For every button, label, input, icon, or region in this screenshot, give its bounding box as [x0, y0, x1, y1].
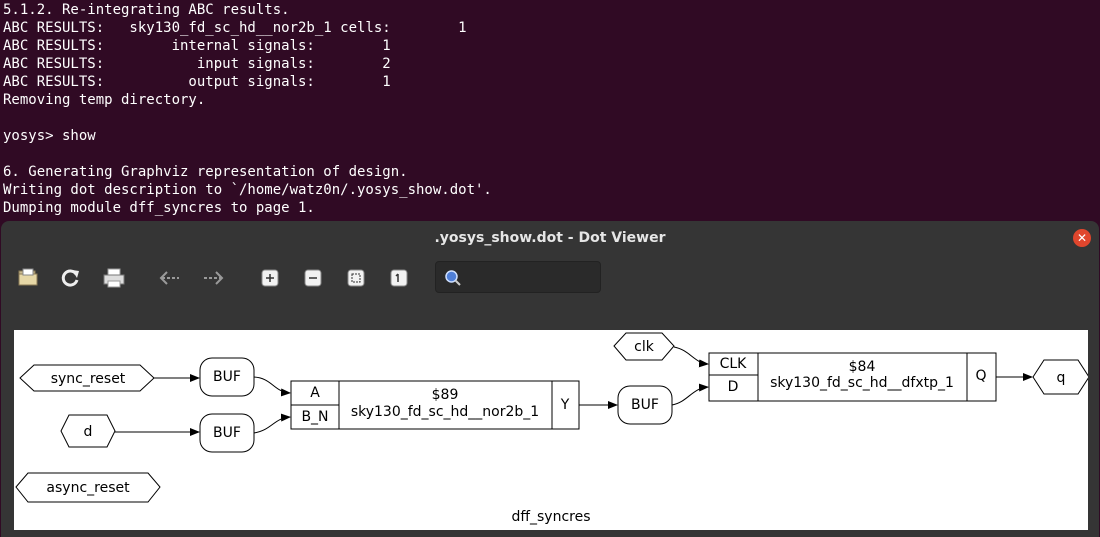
terminal-line: Writing dot description to `/home/watz0n…: [3, 182, 492, 198]
dot-viewer-window: .yosys_show.dot - Dot Viewer ✕ sync_rese…: [1, 221, 1099, 537]
forward-icon[interactable]: [200, 265, 226, 291]
design-graph: sync_reset d async_reset BUF BUF BUF A B…: [15, 332, 1090, 525]
pin-label: D: [728, 379, 739, 395]
edge: [671, 383, 709, 406]
pin-label: Y: [560, 397, 570, 413]
port-label: q: [1057, 370, 1066, 386]
port-label: d: [84, 424, 93, 440]
buffer-node[interactable]: BUF: [199, 357, 255, 397]
port-label: clk: [634, 339, 655, 355]
close-icon[interactable]: ✕: [1073, 229, 1091, 247]
edge: [253, 376, 291, 397]
zoom-fit-icon[interactable]: [343, 265, 369, 291]
edge: [253, 413, 291, 434]
open-file-icon[interactable]: [15, 265, 41, 291]
window-titlebar[interactable]: .yosys_show.dot - Dot Viewer ✕: [1, 221, 1099, 255]
terminal-line: ABC RESULTS: internal signals: 1: [3, 38, 391, 54]
terminal-output[interactable]: 5.1.2. Re-integrating ABC results. ABC R…: [0, 0, 1100, 222]
terminal-line: 6. Generating Graphviz representation of…: [3, 164, 408, 180]
port-d[interactable]: d: [60, 414, 116, 448]
cell-type: sky130_fd_sc_hd__dfxtp_1: [770, 375, 954, 391]
pin-label: B_N: [301, 409, 328, 425]
port-label: async_reset: [46, 480, 130, 496]
terminal-line: Dumping module dff_syncres to page 1.: [3, 200, 315, 216]
terminal-line: ABC RESULTS: output signals: 1: [3, 74, 391, 90]
cell-id: $89: [432, 387, 459, 403]
terminal-line: ABC RESULTS: input signals: 2: [3, 56, 391, 72]
port-sync-reset[interactable]: sync_reset: [19, 364, 155, 392]
terminal-line: yosys> show: [3, 128, 96, 144]
search-input[interactable]: [466, 268, 598, 288]
pin-label: CLK: [720, 356, 748, 372]
pin-label: A: [310, 385, 320, 401]
cell-nor2b[interactable]: A B_N $89 sky130_fd_sc_hd__nor2b_1 Y: [290, 380, 580, 430]
cell-dfxtp[interactable]: CLK D $84 sky130_fd_sc_hd__dfxtp_1 Q: [708, 352, 997, 402]
pin-label: Q: [975, 368, 986, 384]
port-clk[interactable]: clk: [613, 332, 675, 361]
port-q[interactable]: q: [1032, 359, 1090, 395]
buffer-label: BUF: [213, 425, 241, 441]
buffer-node[interactable]: BUF: [617, 385, 673, 425]
cell-id: $84: [849, 359, 876, 375]
port-async-reset[interactable]: async_reset: [15, 472, 161, 503]
search-icon: [444, 269, 462, 291]
buffer-node[interactable]: BUF: [199, 413, 255, 453]
buffer-label: BUF: [631, 397, 659, 413]
print-icon[interactable]: [101, 265, 127, 291]
zoom-in-icon[interactable]: [257, 265, 283, 291]
graph-canvas[interactable]: sync_reset d async_reset BUF BUF BUF A B…: [14, 330, 1090, 530]
reload-icon[interactable]: [57, 265, 83, 291]
search-field[interactable]: [435, 261, 601, 293]
window-title: .yosys_show.dot - Dot Viewer: [434, 230, 666, 246]
terminal-line: 5.1.2. Re-integrating ABC results.: [3, 2, 290, 18]
cell-type: sky130_fd_sc_hd__nor2b_1: [351, 404, 539, 420]
edge: [673, 346, 709, 368]
zoom-out-icon[interactable]: [300, 265, 326, 291]
terminal-line: ABC RESULTS: sky130_fd_sc_hd__nor2b_1 ce…: [3, 20, 467, 36]
zoom-100-icon[interactable]: [386, 265, 412, 291]
module-label: dff_syncres: [511, 509, 590, 525]
back-icon[interactable]: [157, 265, 183, 291]
buffer-label: BUF: [213, 369, 241, 385]
terminal-line: Removing temp directory.: [3, 92, 206, 108]
port-label: sync_reset: [51, 371, 126, 387]
